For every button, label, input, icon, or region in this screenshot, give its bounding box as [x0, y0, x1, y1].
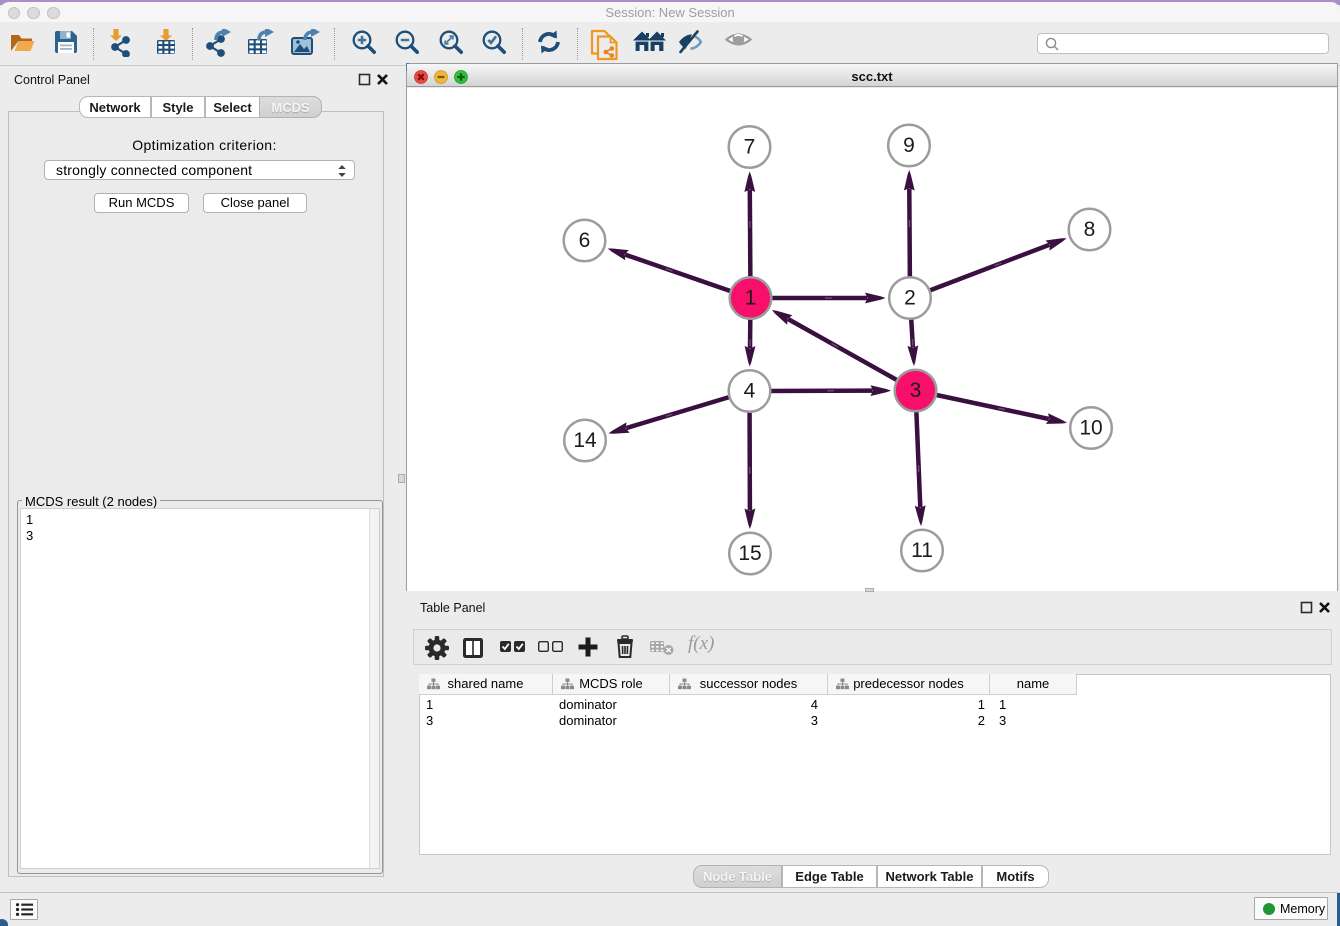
svg-text:14: 14 [573, 429, 597, 452]
svg-text:6: 6 [579, 229, 591, 252]
svg-text:4: 4 [744, 380, 756, 403]
svg-text:1: 1 [745, 287, 757, 310]
svg-text:3: 3 [910, 379, 922, 402]
svg-text:11: 11 [911, 539, 933, 562]
svg-text:15: 15 [738, 542, 761, 565]
svg-text:10: 10 [1079, 417, 1102, 440]
svg-text:8: 8 [1084, 218, 1096, 241]
svg-text:7: 7 [744, 136, 756, 159]
svg-text:2: 2 [904, 287, 916, 310]
svg-text:9: 9 [903, 134, 915, 157]
